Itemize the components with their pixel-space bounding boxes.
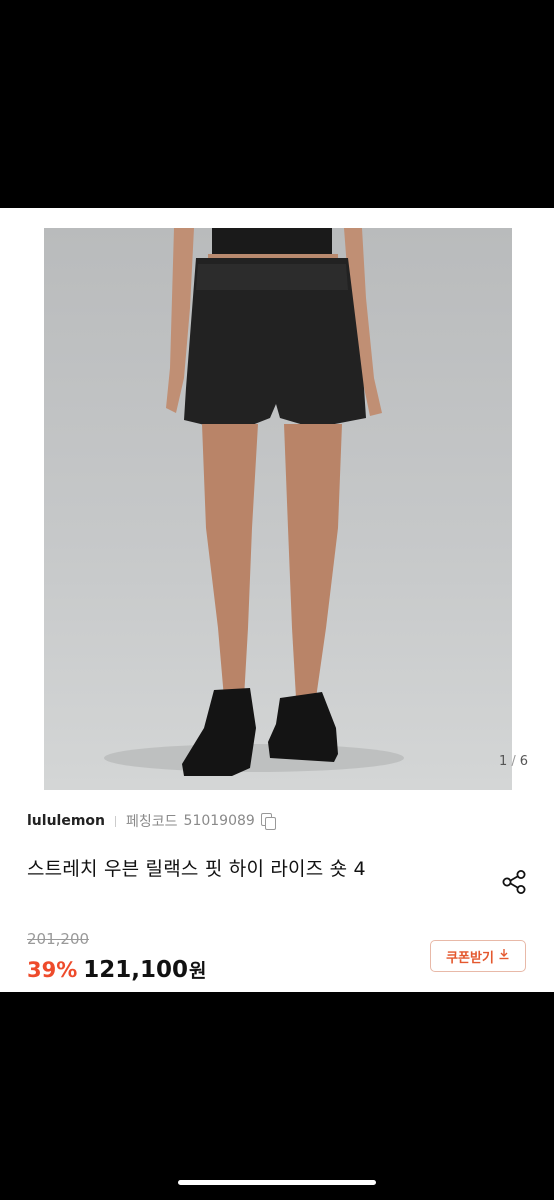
product-title: 스트레치 우븐 릴랙스 핏 하이 라이즈 숏 4	[27, 858, 366, 880]
product-image[interactable]	[44, 228, 512, 790]
discount-rate: 39%	[27, 958, 78, 982]
top-black-area	[0, 0, 554, 208]
home-indicator[interactable]	[178, 1180, 376, 1185]
copy-icon[interactable]	[260, 813, 276, 830]
product-code-value: 51019089	[183, 813, 255, 829]
image-counter-current: 1	[499, 754, 508, 769]
sale-price: 121,100	[83, 957, 189, 983]
product-photo-illustration	[104, 228, 404, 776]
image-counter-total: 6	[519, 754, 528, 769]
product-detail: 1/6 lululemon 페칭코드 51019089 스트레치 우븐 릴랙스 …	[0, 208, 554, 992]
price-row: 39% 121,100 원	[27, 956, 207, 983]
product-code-label: 페칭코드	[126, 814, 178, 830]
currency-unit: 원	[189, 960, 207, 982]
coupon-button[interactable]: 쿠폰받기	[430, 940, 526, 972]
meta-divider	[115, 815, 116, 827]
download-icon	[498, 948, 510, 964]
coupon-label: 쿠폰받기	[446, 950, 494, 966]
image-counter-separator: /	[511, 754, 516, 769]
brand-name[interactable]: lululemon	[27, 813, 105, 829]
image-counter: 1/6	[499, 754, 528, 769]
original-price: 201,200	[27, 930, 90, 948]
product-meta: lululemon 페칭코드 51019089	[27, 810, 276, 832]
bottom-black-area	[0, 992, 554, 1200]
share-icon[interactable]	[500, 868, 528, 896]
